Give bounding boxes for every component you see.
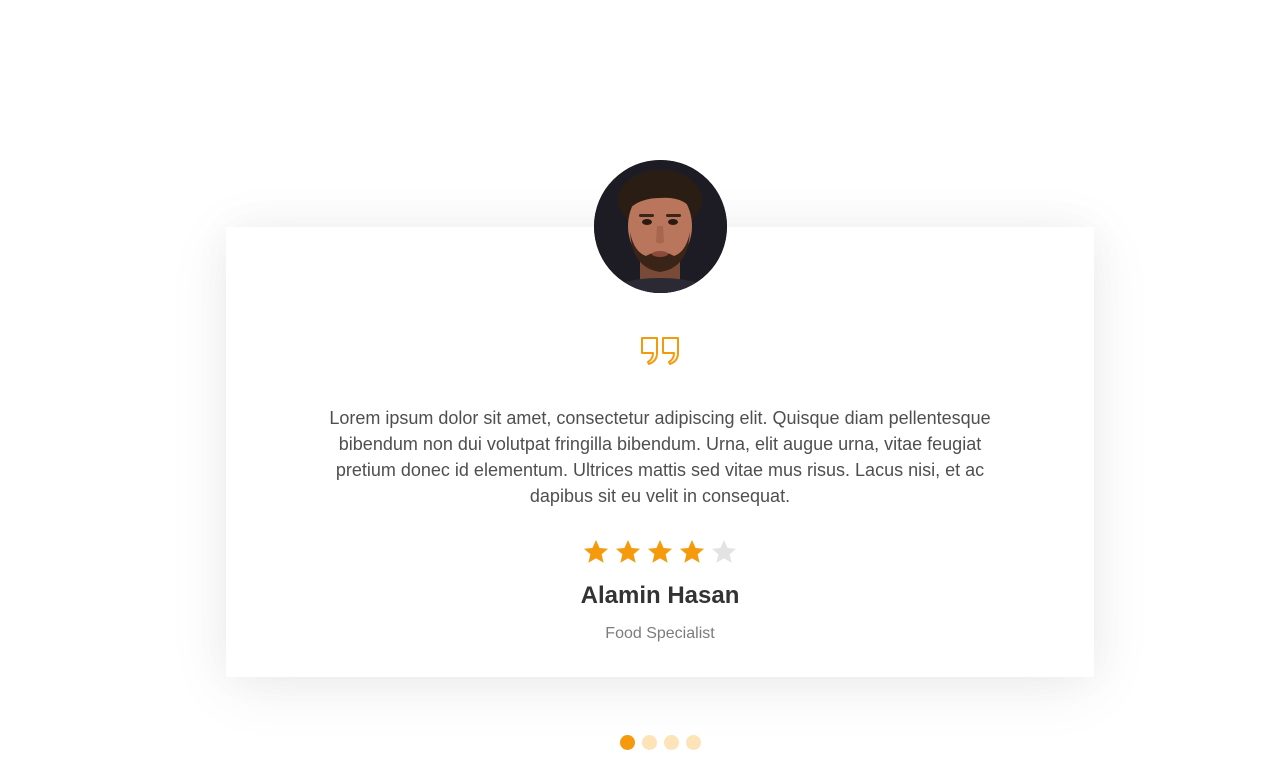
slider-dot-2[interactable] <box>641 734 657 750</box>
star-rating <box>580 538 740 570</box>
slider-dot-4[interactable] <box>685 734 701 750</box>
star-filled-icon <box>616 540 640 563</box>
quote-icon <box>641 337 679 365</box>
testimonial-text: Lorem ipsum dolor sit amet, consectetur … <box>329 408 991 506</box>
slider-dot-3[interactable] <box>663 734 679 750</box>
testimonial-section: Lorem ipsum dolor sit amet, consectetur … <box>0 0 1273 770</box>
star-filled-icon <box>584 540 608 563</box>
avatar <box>594 160 727 293</box>
author-role: Food Specialist <box>605 625 715 642</box>
slider-pagination <box>600 733 720 751</box>
avatar-portrait <box>594 160 727 293</box>
star-filled-icon <box>648 540 672 563</box>
slider-dot-1[interactable] <box>619 734 635 750</box>
author-name: Alamin Hasan <box>580 582 740 609</box>
star-empty-icon <box>712 540 736 563</box>
star-filled-icon <box>680 540 704 563</box>
